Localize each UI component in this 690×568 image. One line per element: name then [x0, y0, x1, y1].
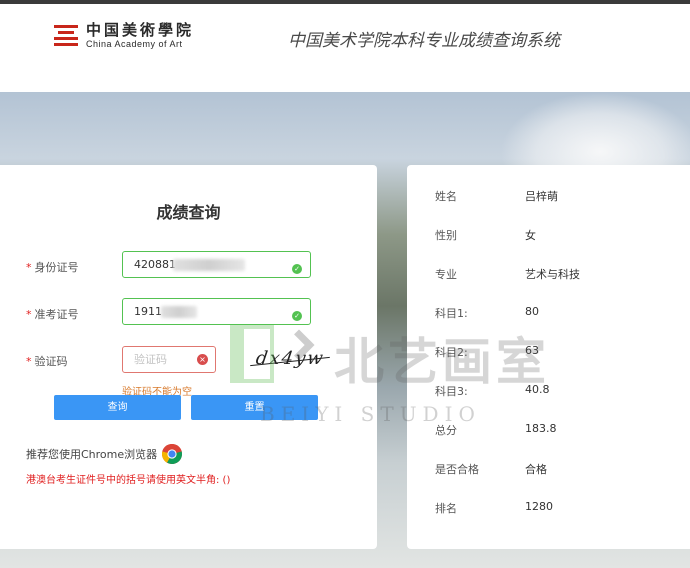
result-value: 吕梓萌	[525, 190, 558, 203]
result-row: 是否合格 合格	[407, 461, 690, 479]
result-row: 总分 183.8	[407, 422, 690, 440]
captcha-image[interactable]: dx4yw	[230, 345, 342, 375]
result-row: 姓名 吕梓萌	[407, 188, 690, 206]
result-row: 科目3: 40.8	[407, 383, 690, 401]
result-label: 姓名	[435, 190, 457, 203]
result-value: 1280	[525, 500, 553, 513]
result-panel: 姓名 吕梓萌 性别 女 专业 艺术与科技 科目1: 80 科目2: 63 科目3…	[407, 165, 690, 549]
form-title: 成绩查询	[156, 203, 221, 222]
result-value: 63	[525, 344, 539, 357]
result-value: 女	[525, 229, 536, 242]
valid-check-icon: ✓	[292, 264, 302, 274]
logo-english-name: China Academy of Art	[86, 39, 183, 49]
result-label: 科目1:	[435, 307, 468, 320]
result-label: 性别	[435, 229, 457, 242]
result-label: 是否合格	[435, 463, 479, 476]
result-label: 专业	[435, 268, 457, 281]
exam-number-value: 1911	[134, 305, 162, 318]
redacted-id-digits	[173, 259, 245, 271]
redacted-exam-digits	[161, 306, 197, 318]
result-value: 艺术与科技	[525, 268, 580, 281]
site-header: 中国美術學院 China Academy of Art 中国美术学院本科专业成绩…	[0, 4, 690, 92]
valid-check-icon: ✓	[292, 311, 302, 321]
result-row: 排名 1280	[407, 500, 690, 518]
result-row: 科目1: 80	[407, 305, 690, 323]
chrome-icon	[162, 443, 183, 465]
exam-number-input[interactable]: 1911 ✓	[122, 298, 311, 325]
result-value: 183.8	[525, 422, 557, 435]
captcha-input-box[interactable]: ×	[122, 346, 216, 373]
result-label: 总分	[435, 424, 457, 437]
result-label: 排名	[435, 502, 457, 515]
result-label: 科目2:	[435, 346, 468, 359]
id-number-input[interactable]: 420881 ✓	[122, 251, 311, 278]
exam-number-label: * 准考证号	[26, 308, 79, 321]
error-icon: ×	[197, 354, 208, 365]
result-value: 40.8	[525, 383, 550, 396]
id-number-value: 420881	[134, 258, 176, 271]
result-row: 科目2: 63	[407, 344, 690, 362]
chrome-recommend-tip: 推荐您使用Chrome浏览器	[26, 443, 183, 465]
reset-button[interactable]: 重置	[191, 395, 318, 420]
result-row: 专业 艺术与科技	[407, 266, 690, 284]
academy-logo[interactable]: 中国美術學院 China Academy of Art	[54, 22, 194, 50]
result-row: 性别 女	[407, 227, 690, 245]
query-form-panel: 成绩查询 *身份证号 420881 ✓ *准考证号 1911 ✓ *验证码 × …	[0, 165, 377, 549]
query-button[interactable]: 查询	[54, 395, 181, 420]
academy-logo-icon	[54, 24, 78, 48]
result-label: 科目3:	[435, 385, 468, 398]
id-number-label: * 身份证号	[26, 261, 79, 274]
site-title: 中国美术学院本科专业成绩查询系统	[288, 31, 560, 51]
logo-chinese-name: 中国美術學院	[86, 21, 195, 39]
result-value: 合格	[525, 463, 547, 476]
hk-macau-taiwan-tip: 港澳台考生证件号中的括号请使用英文半角: ()	[26, 475, 231, 486]
captcha-label: * 验证码	[26, 355, 68, 368]
result-value: 80	[525, 305, 539, 318]
